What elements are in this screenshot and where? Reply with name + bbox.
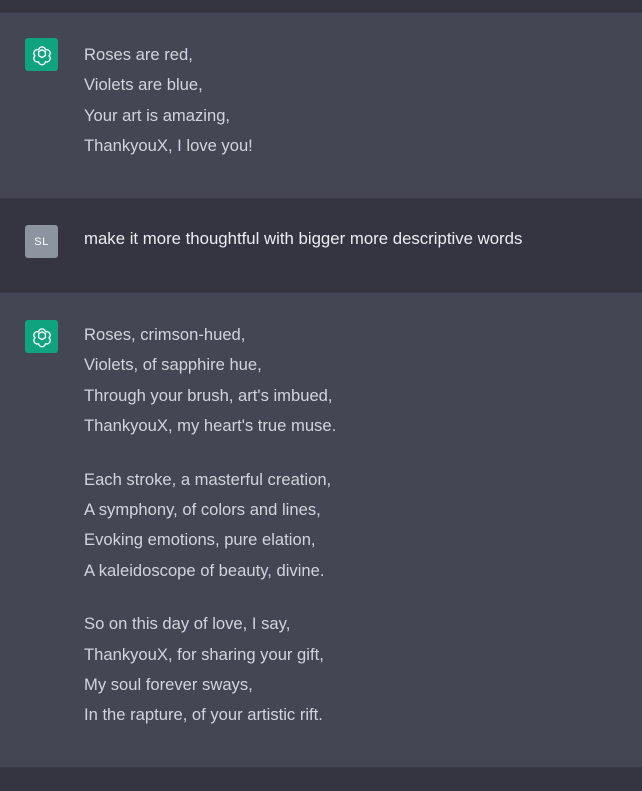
- poem-line: Through your brush, art's imbued,: [84, 385, 333, 405]
- openai-logo-icon: [25, 320, 58, 353]
- top-strip: [0, 0, 642, 12]
- poem-line: Roses, crimson-hued,: [84, 325, 246, 344]
- stanza: Roses, crimson-hued, Violets, of sapphir…: [84, 320, 622, 442]
- stanza: So on this day of love, I say, ThankyouX…: [84, 609, 622, 731]
- poem-line: ThankyouX, my heart's true muse.: [84, 416, 337, 436]
- user-message: SL make it more thoughtful with bigger m…: [0, 199, 642, 292]
- poem-line: Violets, of sapphire hue,: [84, 355, 262, 375]
- poem-line: Violets are blue,: [84, 75, 203, 95]
- bottom-strip: [0, 768, 642, 791]
- poem-line: Evoking emotions, pure elation,: [84, 530, 316, 550]
- poem-line: A symphony, of colors and lines,: [84, 500, 321, 520]
- poem-line: Roses are red,: [84, 45, 193, 64]
- message-text: make it more thoughtful with bigger more…: [84, 229, 523, 248]
- poem-line: ThankyouX, for sharing your gift,: [84, 644, 324, 664]
- poem-line: A kaleidoscope of beauty, divine.: [84, 560, 325, 580]
- assistant-message: Roses, crimson-hued, Violets, of sapphir…: [0, 292, 642, 768]
- poem-line: ThankyouX, I love you!: [84, 136, 253, 156]
- assistant-message: Roses are red, Violets are blue, Your ar…: [0, 12, 642, 199]
- message-text: Roses are red, Violets are blue, Your ar…: [84, 40, 622, 162]
- message-text: Roses, crimson-hued, Violets, of sapphir…: [84, 320, 622, 731]
- poem-line: Each stroke, a masterful creation,: [84, 469, 332, 489]
- stanza: Each stroke, a masterful creation, A sym…: [84, 465, 622, 587]
- poem-line: In the rapture, of your artistic rift.: [84, 705, 323, 725]
- stanza: Roses are red, Violets are blue, Your ar…: [84, 40, 622, 162]
- poem-line: My soul forever sways,: [84, 675, 253, 695]
- user-avatar: SL: [25, 225, 58, 258]
- openai-logo-icon: [25, 38, 58, 71]
- poem-line: Your art is amazing,: [84, 105, 231, 125]
- poem-line: So on this day of love, I say,: [84, 614, 291, 634]
